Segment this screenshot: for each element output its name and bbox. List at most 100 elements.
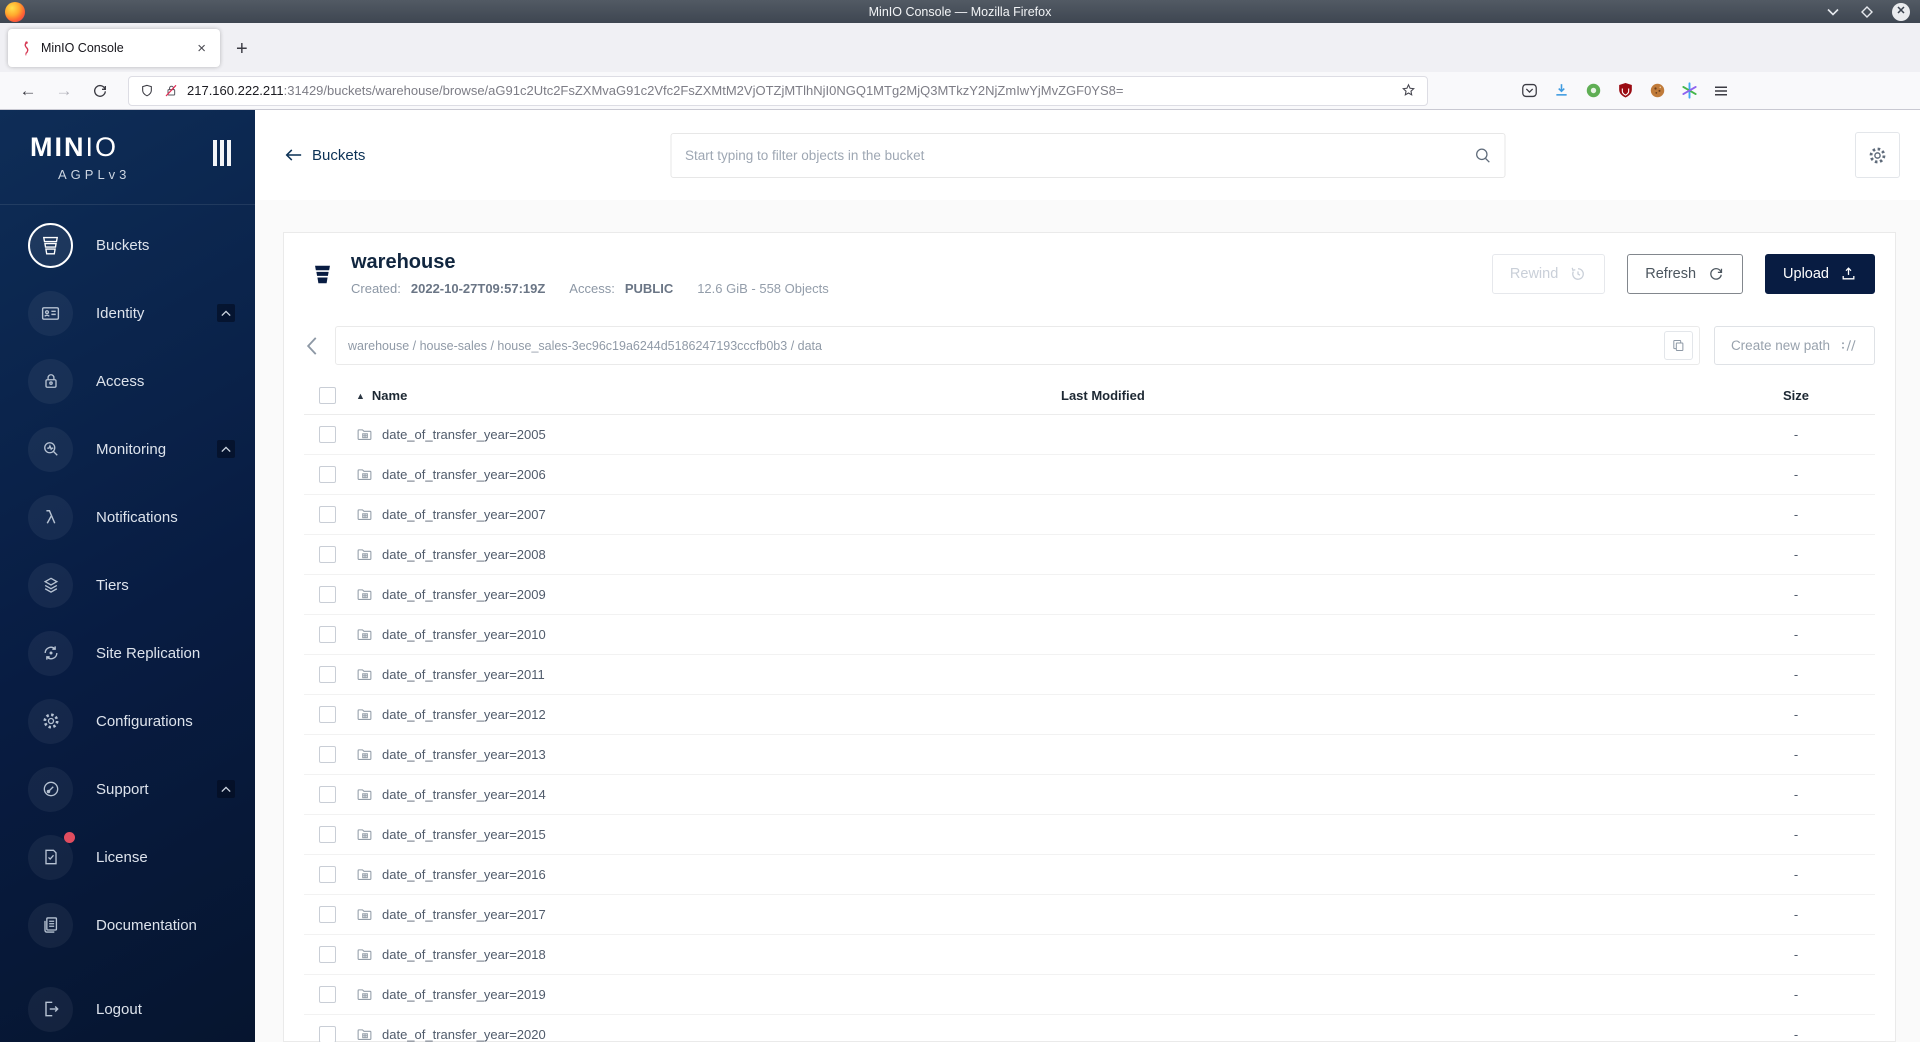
- object-name[interactable]: date_of_transfer_year=2016: [382, 867, 546, 882]
- pocket-icon[interactable]: [1520, 81, 1539, 100]
- table-row[interactable]: date_of_transfer_year=2015 -: [304, 815, 1875, 855]
- column-header-size[interactable]: Size: [1717, 388, 1875, 403]
- insecure-lock-icon[interactable]: [163, 83, 179, 99]
- bookmark-star-icon[interactable]: [1400, 82, 1417, 99]
- table-row[interactable]: date_of_transfer_year=2020 -: [304, 1015, 1875, 1042]
- breadcrumb[interactable]: warehouse / house-sales / house_sales-3e…: [348, 339, 1664, 353]
- table-row[interactable]: date_of_transfer_year=2008 -: [304, 535, 1875, 575]
- sidebar-item-configurations[interactable]: Configurations: [0, 687, 255, 755]
- reload-icon[interactable]: [84, 77, 116, 105]
- table-row[interactable]: date_of_transfer_year=2017 -: [304, 895, 1875, 935]
- chevron-up-icon[interactable]: [217, 304, 235, 322]
- row-checkbox[interactable]: [319, 826, 336, 843]
- table-row[interactable]: date_of_transfer_year=2006 -: [304, 455, 1875, 495]
- table-row[interactable]: date_of_transfer_year=2012 -: [304, 695, 1875, 735]
- row-checkbox[interactable]: [319, 906, 336, 923]
- row-checkbox[interactable]: [319, 546, 336, 563]
- sidebar-item-notifications[interactable]: Notifications: [0, 483, 255, 551]
- object-name[interactable]: date_of_transfer_year=2008: [382, 547, 546, 562]
- object-name[interactable]: date_of_transfer_year=2015: [382, 827, 546, 842]
- table-row[interactable]: date_of_transfer_year=2016 -: [304, 855, 1875, 895]
- table-row[interactable]: date_of_transfer_year=2019 -: [304, 975, 1875, 1015]
- sidebar-item-monitoring[interactable]: Monitoring: [0, 415, 255, 483]
- window-close-icon[interactable]: ✕: [1892, 2, 1910, 21]
- copy-path-button[interactable]: [1663, 331, 1693, 360]
- row-checkbox[interactable]: [319, 1026, 336, 1042]
- object-name[interactable]: date_of_transfer_year=2005: [382, 427, 546, 442]
- column-header-last-modified[interactable]: Last Modified: [1061, 388, 1717, 403]
- sidebar-item-documentation[interactable]: Documentation: [0, 891, 255, 959]
- cookie-extension-icon[interactable]: [1648, 81, 1667, 100]
- row-checkbox[interactable]: [319, 466, 336, 483]
- browser-tab[interactable]: MinIO Console ×: [8, 29, 220, 67]
- object-name[interactable]: date_of_transfer_year=2017: [382, 907, 546, 922]
- path-back-chevron-icon[interactable]: [304, 336, 321, 356]
- downloads-icon[interactable]: [1552, 81, 1571, 100]
- rewind-button[interactable]: Rewind: [1491, 253, 1606, 294]
- extension-green-icon[interactable]: [1584, 81, 1603, 100]
- window-maximize-icon[interactable]: [1858, 3, 1876, 21]
- tab-close-icon[interactable]: ×: [193, 40, 210, 57]
- object-name[interactable]: date_of_transfer_year=2014: [382, 787, 546, 802]
- sidebar-item-site-replication[interactable]: Site Replication: [0, 619, 255, 687]
- url-text[interactable]: 217.160.222.211:31429/buckets/warehouse/…: [187, 83, 1392, 98]
- object-name[interactable]: date_of_transfer_year=2009: [382, 587, 546, 602]
- object-name[interactable]: date_of_transfer_year=2006: [382, 467, 546, 482]
- object-name[interactable]: date_of_transfer_year=2010: [382, 627, 546, 642]
- table-row[interactable]: date_of_transfer_year=2018 -: [304, 935, 1875, 975]
- shield-permissions-icon[interactable]: [139, 83, 155, 99]
- sidebar-item-support[interactable]: Support: [0, 755, 255, 823]
- url-bar[interactable]: 217.160.222.211:31429/buckets/warehouse/…: [128, 75, 1428, 106]
- sidebar-item-buckets[interactable]: Buckets: [0, 211, 255, 279]
- object-name[interactable]: date_of_transfer_year=2011: [382, 667, 545, 682]
- object-name[interactable]: date_of_transfer_year=2007: [382, 507, 546, 522]
- create-new-path-button[interactable]: Create new path: [1713, 326, 1875, 365]
- bucket-settings-button[interactable]: [1855, 132, 1900, 178]
- row-checkbox[interactable]: [319, 626, 336, 643]
- extension-asterisk-icon[interactable]: [1680, 81, 1699, 100]
- row-checkbox[interactable]: [319, 426, 336, 443]
- table-row[interactable]: date_of_transfer_year=2014 -: [304, 775, 1875, 815]
- sidebar-item-logout[interactable]: Logout: [0, 975, 255, 1042]
- window-minimize-icon[interactable]: [1824, 3, 1842, 21]
- ublock-origin-icon[interactable]: [1616, 81, 1635, 100]
- sidebar-item-identity[interactable]: Identity: [0, 279, 255, 347]
- upload-button[interactable]: Upload: [1765, 253, 1875, 294]
- table-row[interactable]: date_of_transfer_year=2010 -: [304, 615, 1875, 655]
- row-checkbox[interactable]: [319, 986, 336, 1003]
- row-checkbox[interactable]: [319, 666, 336, 683]
- row-checkbox[interactable]: [319, 946, 336, 963]
- row-checkbox[interactable]: [319, 746, 336, 763]
- row-checkbox[interactable]: [319, 586, 336, 603]
- object-name[interactable]: date_of_transfer_year=2012: [382, 707, 546, 722]
- row-checkbox[interactable]: [319, 786, 336, 803]
- sidebar-item-access[interactable]: Access: [0, 347, 255, 415]
- row-checkbox[interactable]: [319, 866, 336, 883]
- object-name[interactable]: date_of_transfer_year=2013: [382, 747, 546, 762]
- sidebar-item-tiers[interactable]: Tiers: [0, 551, 255, 619]
- row-checkbox[interactable]: [319, 706, 336, 723]
- chevron-up-icon[interactable]: [217, 440, 235, 458]
- search-input[interactable]: [670, 132, 1505, 178]
- menu-hamburger-icon[interactable]: [1712, 82, 1730, 100]
- refresh-button[interactable]: Refresh: [1627, 253, 1744, 294]
- select-all-checkbox[interactable]: [319, 387, 336, 404]
- chevron-up-icon[interactable]: [217, 780, 235, 798]
- back-icon[interactable]: ←: [12, 77, 44, 105]
- table-row[interactable]: date_of_transfer_year=2013 -: [304, 735, 1875, 775]
- table-row[interactable]: date_of_transfer_year=2011 -: [304, 655, 1875, 695]
- back-to-buckets-link[interactable]: Buckets: [285, 147, 365, 164]
- row-checkbox[interactable]: [319, 506, 336, 523]
- sidebar-item-license[interactable]: License: [0, 823, 255, 891]
- table-row[interactable]: date_of_transfer_year=2007 -: [304, 495, 1875, 535]
- forward-icon[interactable]: →: [48, 77, 80, 105]
- sidebar-collapse-icon[interactable]: [213, 140, 231, 166]
- sort-ascending-icon[interactable]: ▲: [356, 391, 365, 401]
- table-row[interactable]: date_of_transfer_year=2009 -: [304, 575, 1875, 615]
- column-header-name[interactable]: Name: [372, 388, 407, 403]
- object-name[interactable]: date_of_transfer_year=2018: [382, 947, 546, 962]
- object-name[interactable]: date_of_transfer_year=2020: [382, 1027, 546, 1042]
- new-tab-button[interactable]: +: [236, 38, 248, 61]
- table-row[interactable]: date_of_transfer_year=2005 -: [304, 415, 1875, 455]
- object-name[interactable]: date_of_transfer_year=2019: [382, 987, 546, 1002]
